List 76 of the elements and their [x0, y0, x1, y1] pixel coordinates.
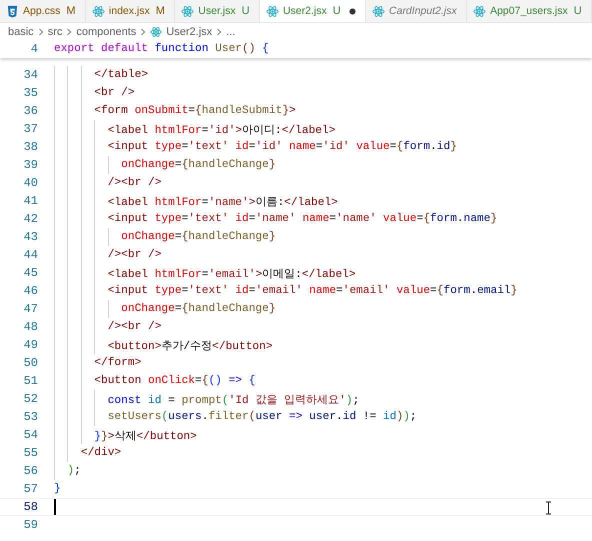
chevron-right-icon	[216, 28, 222, 36]
code-line: </form>	[93, 357, 142, 369]
line-number: 49	[22, 338, 39, 352]
line-number: 53	[22, 410, 39, 424]
line-number: 47	[22, 302, 39, 316]
line-number: 41	[22, 194, 39, 208]
line-number: 37	[22, 122, 39, 136]
code-line: <button>추가/수정</button>	[106, 340, 273, 352]
line-number: 35	[22, 86, 39, 100]
code-line: <input type='text' id='email' name='email' value={form.email}	[106, 285, 518, 297]
code-line: <br />	[93, 87, 135, 99]
code-line: export default function User() {	[54, 43, 269, 55]
line-number: 51	[22, 374, 39, 388]
react-file-icon	[92, 4, 105, 18]
react-file-icon	[372, 4, 386, 18]
line-number: 54	[22, 428, 39, 442]
line-number: 38	[22, 140, 39, 154]
line-number: 4	[30, 42, 39, 56]
code-line: </div>	[80, 447, 122, 459]
line-number: 48	[22, 320, 39, 334]
chevron-right-icon	[38, 28, 44, 36]
line-number: 40	[22, 176, 39, 190]
line-number: 45	[22, 266, 39, 280]
editor-tab[interactable]: App.css M	[0, 0, 86, 22]
code-line: /><br />	[106, 177, 162, 189]
css-file-icon	[6, 4, 19, 18]
chevron-right-icon	[66, 28, 72, 36]
line-number: 59	[22, 518, 39, 532]
code-line: <label htmlFor='email'>이메일:</label>	[106, 268, 356, 280]
unsaved-dot-icon	[348, 8, 356, 14]
text-cursor	[54, 499, 56, 515]
line-number: 46	[22, 284, 39, 298]
breadcrumb-item[interactable]: User2.jsx	[166, 26, 212, 38]
line-number: 57	[22, 482, 39, 496]
code-line: const id = prompt('Id 값을 입력하세요');	[106, 394, 360, 406]
react-file-icon	[150, 26, 162, 38]
code-line: /><br />	[106, 249, 162, 261]
line-number: 44	[22, 248, 39, 262]
line-number: 56	[22, 464, 39, 478]
breadcrumb-item[interactable]: ...	[226, 26, 236, 38]
react-file-icon	[266, 4, 279, 18]
code-line: <input type='text' id='id' name='id' value={form.id}	[106, 141, 457, 153]
code-line: <form onSubmit={handleSubmit}>	[93, 105, 296, 117]
react-file-icon	[473, 4, 486, 18]
breadcrumb-item[interactable]: src	[48, 26, 62, 38]
code-line: onChange={handleChange}	[120, 231, 276, 243]
code-line: );	[66, 465, 81, 477]
line-number: 58	[22, 500, 39, 514]
breadcrumb-item[interactable]: basic	[8, 26, 34, 38]
code-line: </table>	[93, 69, 148, 81]
line-number: 39	[22, 158, 39, 172]
editor-tab[interactable]: App07_users.jsx U	[467, 0, 592, 22]
code-line: onChange={handleChange}	[120, 159, 276, 171]
line-number: 34	[22, 68, 39, 82]
mouse-ibeam-icon	[545, 501, 552, 515]
react-file-icon	[181, 4, 194, 18]
chevron-right-icon	[140, 28, 146, 36]
code-line: <label htmlFor='id'>아이디:</label>	[106, 124, 336, 136]
line-number: 42	[22, 212, 39, 226]
code-line: }}>삭제</button>	[93, 430, 197, 442]
line-number: 50	[22, 356, 39, 370]
line-number: 55	[22, 446, 39, 460]
code-line: }	[54, 483, 61, 495]
line-number: 36	[22, 104, 39, 118]
editor-tab[interactable]: User2.jsx U	[260, 0, 366, 22]
line-number: 43	[22, 230, 39, 244]
code-line: setUsers(users.filter(user => user.id != id));	[106, 411, 417, 423]
code-line: /><br />	[106, 321, 162, 333]
code-line: <input type='text' id='name' name='name' value={form.name}	[106, 213, 498, 225]
editor-tab[interactable]: index.jsx M	[86, 0, 176, 22]
code-line: <label htmlFor='name'>이름:</label>	[106, 196, 338, 208]
editor-tab[interactable]: CardInput2.jsx	[366, 0, 468, 22]
line-number: 52	[22, 392, 39, 406]
breadcrumb-item[interactable]: components	[76, 26, 136, 38]
code-line: <button onClick={() => {	[93, 375, 256, 387]
code-line: onChange={handleChange}	[120, 303, 276, 315]
